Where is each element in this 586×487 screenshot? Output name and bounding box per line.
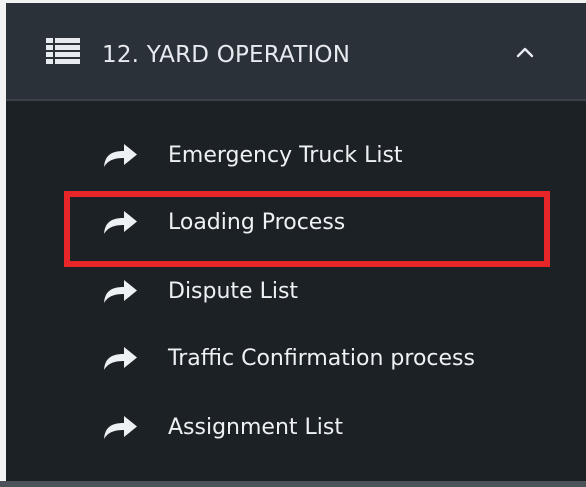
share-arrow-icon: [104, 347, 137, 370]
menu-item-label: Dispute List: [168, 279, 299, 304]
share-arrow-icon: [104, 211, 137, 234]
share-arrow-icon: [104, 280, 137, 303]
chevron-up-icon[interactable]: [516, 46, 534, 58]
menu-section-header-yard-operation[interactable]: 12. YARD OPERATION: [6, 3, 586, 101]
menu-item-label: Emergency Truck List: [168, 143, 403, 168]
menu-item-emergency-truck-list[interactable]: Emergency Truck List: [102, 134, 552, 178]
share-arrow-icon: [104, 144, 137, 167]
share-arrow-icon: [104, 416, 137, 439]
sidebar-menu-section: 12. YARD OPERATION Emergency Truck List …: [6, 3, 586, 481]
menu-section-title: 12. YARD OPERATION: [102, 42, 351, 68]
menu-item-loading-process[interactable]: Loading Process: [102, 201, 552, 245]
menu-item-assignment-list[interactable]: Assignment List: [102, 406, 552, 450]
menu-item-traffic-confirmation-process[interactable]: Traffic Confirmation process: [102, 337, 552, 381]
screenshot-frame: 12. YARD OPERATION Emergency Truck List …: [0, 0, 586, 487]
menu-item-label: Loading Process: [168, 210, 346, 235]
menu-item-label: Assignment List: [168, 415, 343, 440]
list-icon: [46, 38, 80, 64]
menu-item-label: Traffic Confirmation process: [168, 346, 475, 371]
menu-item-dispute-list[interactable]: Dispute List: [102, 270, 552, 314]
bottom-divider: [0, 481, 586, 487]
